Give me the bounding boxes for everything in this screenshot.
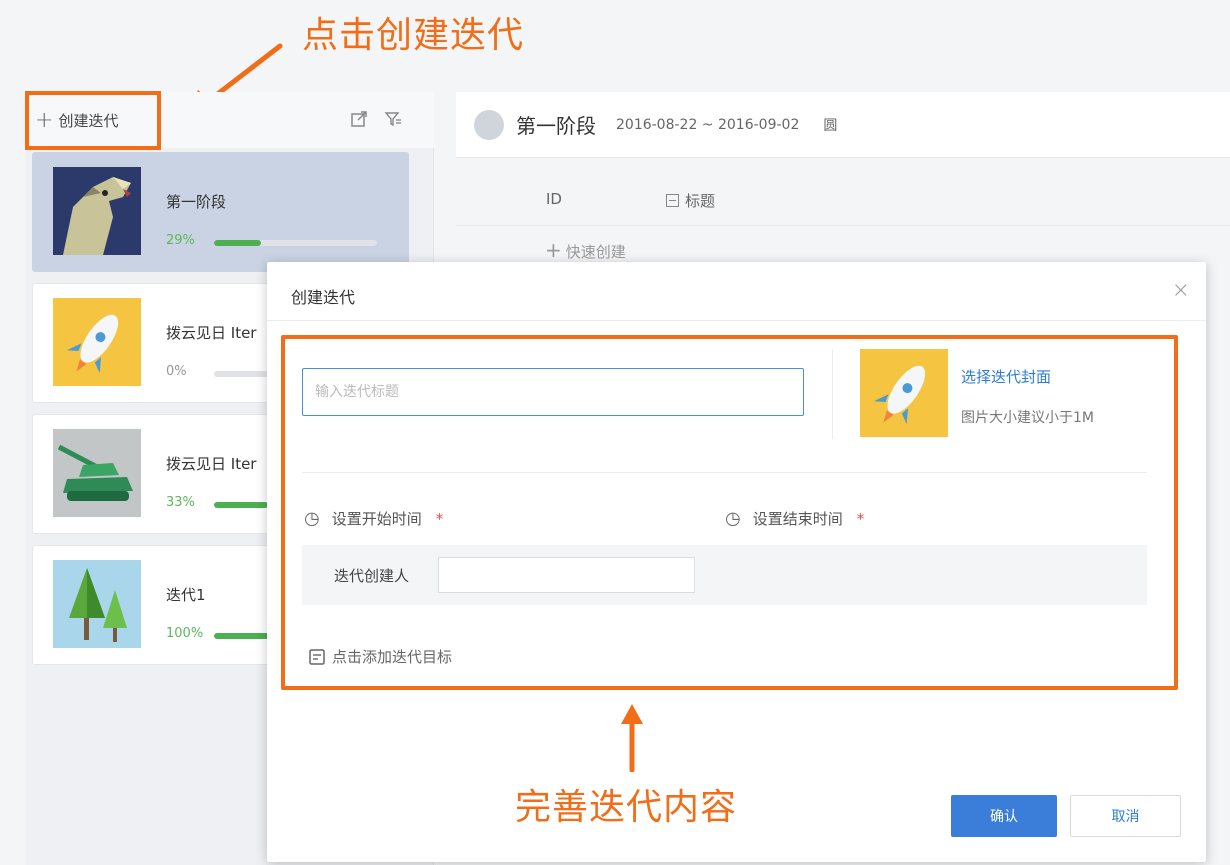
iteration-name: 迭代1 [166,586,206,604]
quick-create-label: 快速创建 [565,243,626,261]
iteration-name: 拨云见日 Iter [166,324,257,342]
create-iteration-button[interactable]: + 创建迭代 [25,91,161,150]
quick-create-button[interactable]: + 快速创建 [545,238,626,262]
add-goal-button[interactable]: 点击添加迭代目标 [308,646,452,667]
stage-title: 第一阶段 [516,114,596,138]
close-icon[interactable]: × [1172,278,1190,303]
dialog-divider [267,320,1206,321]
iteration-card[interactable]: 第一阶段 29% [32,152,409,272]
cover-divider [832,349,833,439]
clock-icon: ◷ [304,508,320,529]
iteration-progress-bar [214,240,377,246]
iteration-percent: 29% [166,233,195,248]
iteration-percent: 0% [166,364,187,379]
column-id[interactable]: ID [546,190,562,208]
collapse-icon [666,194,679,207]
rocket-icon [53,298,141,386]
dialog-title: 创建迭代 [291,288,356,307]
select-cover-link[interactable]: 选择迭代封面 [961,366,1051,387]
iteration-percent: 33% [166,495,195,510]
stage-header: 第一阶段 2016-08-22 ~ 2016-09-02 圆 [456,92,1230,158]
plus-icon: + [35,108,54,133]
stage-layers-icon [474,109,504,140]
calendar-icon[interactable]: 圆 [823,115,837,135]
column-title[interactable]: 标题 [666,190,715,211]
sidebar-header-icons [350,110,402,128]
set-end-time[interactable]: ◷ 设置结束时间 * [725,508,864,529]
creator-row: 迭代创建人 [302,545,1147,605]
cover-preview-rocket-icon[interactable] [860,349,948,437]
creator-input[interactable] [438,557,695,593]
annotation-up-arrow-icon [621,704,643,772]
end-time-label: 设置结束时间 [752,510,843,528]
tank-icon [53,429,141,517]
form-divider [302,472,1147,473]
plus-icon: + [545,238,562,262]
stage-date-range: 2016-08-22 ~ 2016-09-02 [616,116,800,133]
clock-icon: ◷ [725,508,741,529]
required-mark: * [856,509,865,528]
column-title-label: 标题 [685,192,716,210]
iteration-name: 拨云见日 Iter [166,455,257,473]
wolf-icon [53,167,141,255]
export-icon[interactable] [350,110,368,128]
creator-label: 迭代创建人 [334,567,410,585]
tree-icon [53,560,141,648]
create-iteration-label: 创建迭代 [58,112,119,130]
iteration-name: 第一阶段 [166,193,227,211]
document-icon [309,648,325,665]
set-start-time[interactable]: ◷ 设置开始时间 * [304,508,443,529]
start-time-label: 设置开始时间 [331,510,422,528]
iteration-title-input[interactable] [302,368,804,416]
confirm-button[interactable]: 确认 [951,795,1057,837]
annotation-click-create: 点击创建迭代 [302,15,525,56]
iteration-percent: 100% [166,626,204,641]
filter-icon[interactable] [384,110,402,128]
table-header: ID 标题 [456,172,1230,226]
annotation-complete-content: 完善迭代内容 [515,787,738,828]
cancel-button[interactable]: 取消 [1070,795,1181,837]
cover-size-hint: 图片大小建议小于1M [961,410,1094,426]
required-mark: * [435,509,444,528]
add-goal-label: 点击添加迭代目标 [332,648,453,666]
